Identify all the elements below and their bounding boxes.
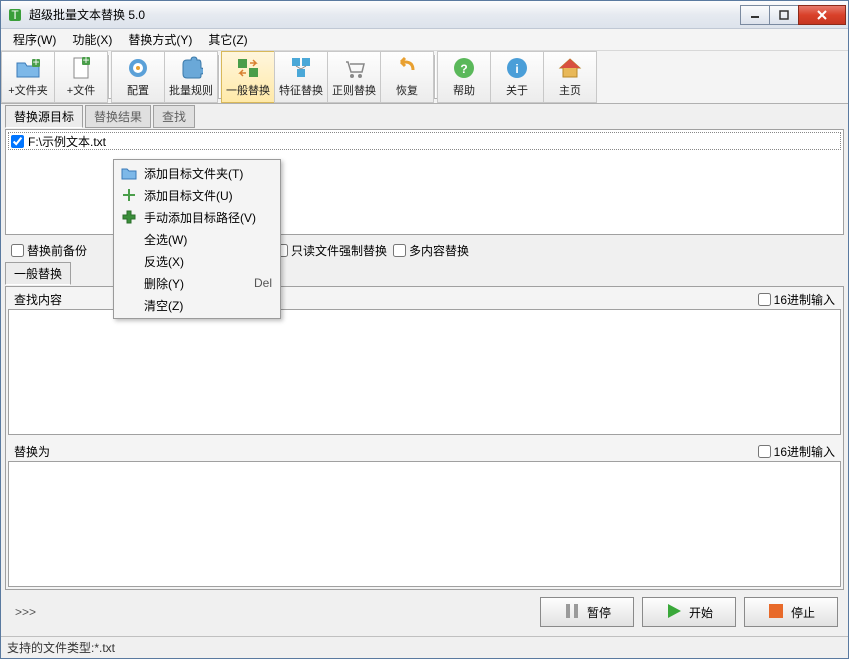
cm-add-file[interactable]: 添加目标文件(U) [116,184,278,206]
pause-icon [563,602,581,623]
toolbar: ++文件夹 ++文件 配置 批量规则 一般替换 特征替换 正则替换 恢复 ?帮助… [1,51,848,104]
backup-checkbox[interactable]: 替换前备份 [11,242,87,259]
svg-text:?: ? [460,62,467,76]
help-icon: ? [451,56,477,80]
svg-text:i: i [515,62,518,76]
file-path: F:\示例文本.txt [28,133,106,150]
titlebar: T 超级批量文本替换 5.0 [1,1,848,29]
find-content-input[interactable] [8,309,841,435]
home-icon [557,56,583,80]
minimize-button[interactable] [740,5,770,25]
help-button[interactable]: ?帮助 [437,51,491,103]
batch-rules-button[interactable]: 批量规则 [164,51,218,103]
plus-green-icon [120,186,138,204]
multi-content-checkbox[interactable]: 多内容替换 [393,242,469,259]
cm-add-folder[interactable]: 添加目标文件夹(T) [116,162,278,184]
add-file-button[interactable]: ++文件 [54,51,108,103]
close-button[interactable] [798,5,846,25]
folder-add-icon: + [15,56,41,80]
cart-icon [341,56,367,80]
cm-invert-select[interactable]: 反选(X) [116,250,278,272]
tab-source-target[interactable]: 替换源目标 [5,105,83,128]
cm-add-path[interactable]: 手动添加目标路径(V) [116,206,278,228]
feature-replace-button[interactable]: 特征替换 [274,51,328,103]
replace-content-input[interactable] [8,461,841,587]
menubar: 程序(W) 功能(X) 替换方式(Y) 其它(Z) [1,29,848,51]
add-folder-button[interactable]: ++文件夹 [1,51,55,103]
window-title: 超级批量文本替换 5.0 [29,6,741,23]
status-bar: 支持的文件类型: *.txt [1,636,848,658]
svg-text:+: + [82,56,89,67]
svg-text:+: + [32,57,39,69]
prompt: >>> [11,603,532,621]
find-hex-checkbox[interactable]: 16进制输入 [758,291,835,308]
undo-icon [394,56,420,80]
status-value: *.txt [94,641,115,655]
home-button[interactable]: 主页 [543,51,597,103]
folder-icon [120,164,138,182]
swap-icon [235,56,261,80]
readonly-force-checkbox[interactable]: 只读文件强制替换 [275,242,387,259]
play-icon [665,602,683,623]
menu-program[interactable]: 程序(W) [5,29,64,50]
status-prefix: 支持的文件类型: [7,639,94,656]
svg-text:T: T [11,8,19,22]
start-button[interactable]: 开始 [642,597,736,627]
maximize-button[interactable] [769,5,799,25]
restore-button[interactable]: 恢复 [380,51,434,103]
tab-results[interactable]: 替换结果 [85,105,151,128]
cm-clear[interactable]: 清空(Z) [116,294,278,316]
file-checkbox[interactable] [11,135,24,148]
context-menu: 添加目标文件夹(T) 添加目标文件(U) 手动添加目标路径(V) 全选(W) 反… [113,159,281,319]
cm-delete[interactable]: 删除(Y)Del [116,272,278,294]
replace-label: 替换为 [14,443,758,460]
puzzle-icon [178,56,204,80]
gear-icon [125,56,151,80]
stop-icon [767,602,785,623]
inner-tab-general[interactable]: 一般替换 [5,262,71,285]
config-button[interactable]: 配置 [111,51,165,103]
feature-icon [288,56,314,80]
menu-replace-mode[interactable]: 替换方式(Y) [120,29,200,50]
plus-thick-icon [120,208,138,226]
general-replace-button[interactable]: 一般替换 [221,51,275,103]
tab-find[interactable]: 查找 [153,105,195,128]
info-icon: i [504,56,530,80]
file-add-icon: + [68,56,94,80]
pause-button[interactable]: 暂停 [540,597,634,627]
regex-replace-button[interactable]: 正则替换 [327,51,381,103]
stop-button[interactable]: 停止 [744,597,838,627]
menu-other[interactable]: 其它(Z) [200,29,255,50]
about-button[interactable]: i关于 [490,51,544,103]
cm-select-all[interactable]: 全选(W) [116,228,278,250]
main-tabs: 替换源目标 替换结果 查找 [5,108,844,128]
menu-function[interactable]: 功能(X) [64,29,120,50]
replace-hex-checkbox[interactable]: 16进制输入 [758,443,835,460]
app-icon: T [7,7,23,23]
file-row[interactable]: F:\示例文本.txt [9,133,840,149]
